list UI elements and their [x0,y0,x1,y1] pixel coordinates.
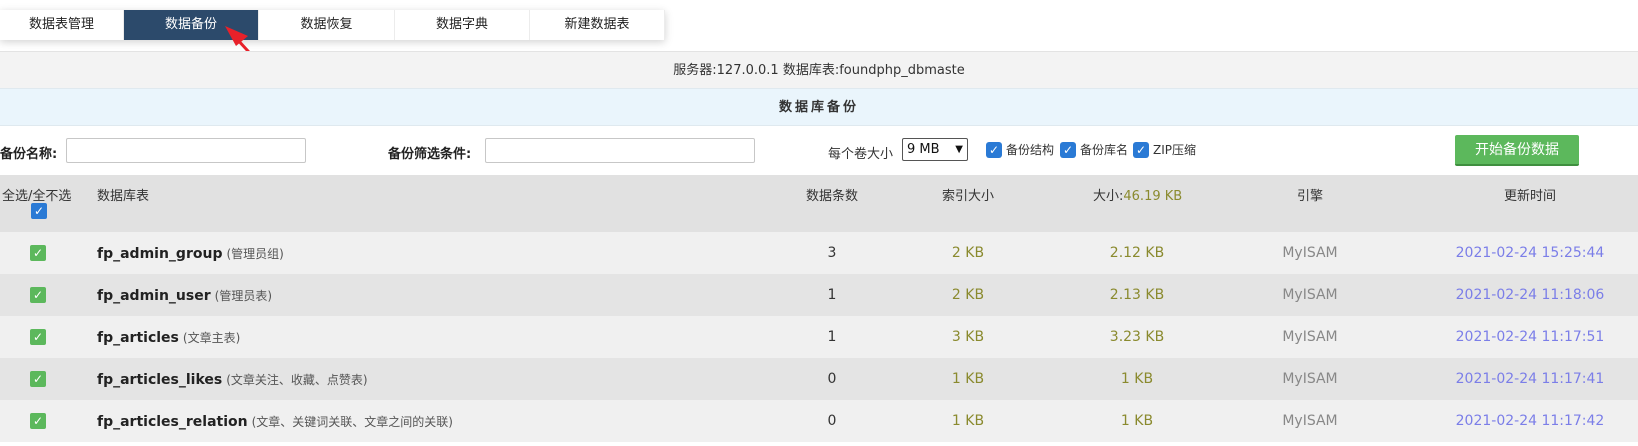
table-name-text: fp_articles_relation [97,414,248,430]
table-header: 全选/全不选 ✓ 数据库表 数据条数 索引大小 大小:46.19 KB 引擎 更… [0,175,1638,232]
check-icon[interactable]: ✓ [30,371,46,387]
table-name: fp_articles_likes (文章关注、收藏、点赞表) [97,371,368,388]
tab-data-backup[interactable]: 数据备份 [124,10,259,40]
index-size: 2 KB [951,287,985,303]
table-desc: (文章主表) [182,331,241,345]
backup-controls: 备份名称: 备份筛选条件: 每个卷大小 9 MB ▼ ✓ 备份结构 ✓ 备份库名… [0,127,1638,175]
updated-time: 2021-02-24 11:17:41 [1455,371,1605,387]
tab-bar: 数据表管理 数据备份 数据恢复 数据字典 新建数据表 [0,10,665,40]
index-size: 1 KB [951,413,985,429]
tab-table-management[interactable]: 数据表管理 [0,10,124,40]
table-name-text: fp_articles_likes [97,372,223,388]
check-icon[interactable]: ✓ [30,413,46,429]
row-count: 1 [827,329,837,345]
table-row[interactable]: ✓ fp_articles_relation (文章、关键词关联、文章之间的关联)… [0,400,1638,442]
backup-name-input[interactable] [66,138,306,163]
check-icon[interactable]: ✓ [986,141,1002,158]
table-row[interactable]: ✓ fp_articles_likes (文章关注、收藏、点赞表) 0 1 KB … [0,358,1638,400]
table-name-text: fp_admin_user [97,288,211,304]
header-size-total: 46.19 KB [1123,189,1183,204]
updated-time: 2021-02-24 11:18:06 [1455,287,1605,303]
row-count: 3 [827,245,837,261]
table-desc: (文章关注、收藏、点赞表) [226,373,368,387]
select-all-checkbox[interactable]: ✓ [31,203,47,219]
start-backup-button[interactable]: 开始备份数据 [1455,135,1579,166]
zip-label: ZIP压缩 [1153,143,1196,157]
row-count: 1 [827,287,837,303]
chevron-down-icon: ▼ [955,144,963,155]
table-size: 3.23 KB [1109,329,1165,345]
table-size: 1 KB [1120,413,1154,429]
engine: MyISAM [1282,329,1338,345]
table-name: fp_articles_relation (文章、关键词关联、文章之间的关联) [97,413,453,430]
backup-structure-option[interactable]: ✓ 备份结构 [986,141,1054,158]
table-name: fp_admin_user (管理员表) [97,287,272,304]
header-size-prefix: 大小: [1093,189,1124,204]
select-all-label: 全选/全不选 [2,189,72,204]
table-name-text: fp_admin_group [97,246,223,262]
header-rows: 数据条数 [805,189,858,204]
volume-size-select[interactable]: 9 MB ▼ [902,138,968,161]
table-size: 2.12 KB [1109,245,1165,261]
table-desc: (管理员表) [214,289,273,303]
header-engine: 引擎 [1296,189,1323,204]
volume-size-value: 9 MB [907,142,940,157]
table-row[interactable]: ✓ fp_articles (文章主表) 1 3 KB 3.23 KB MyISA… [0,316,1638,358]
table-size: 1 KB [1120,371,1154,387]
table-desc: (管理员组) [226,247,284,261]
engine: MyISAM [1282,371,1338,387]
header-index-size: 索引大小 [941,189,994,204]
volume-size-label: 每个卷大小 [828,147,894,162]
backup-structure-label: 备份结构 [1006,143,1055,157]
updated-time: 2021-02-24 11:17:51 [1455,329,1605,345]
filter-label: 备份筛选条件: [388,147,472,162]
check-icon[interactable]: ✓ [1060,141,1076,158]
check-icon[interactable]: ✓ [1133,141,1149,158]
row-count: 0 [827,371,837,387]
engine: MyISAM [1282,245,1338,261]
table-desc: (文章、关键词关联、文章之间的关联) [251,415,453,429]
row-count: 0 [827,413,837,429]
engine: MyISAM [1282,287,1338,303]
table-size: 2.13 KB [1109,287,1165,303]
table-name: fp_articles (文章主表) [97,329,240,346]
backup-dbname-label: 备份库名 [1080,143,1129,157]
header-size: 大小:46.19 KB [1093,185,1182,204]
tab-data-restore[interactable]: 数据恢复 [259,10,395,40]
check-icon[interactable]: ✓ [30,329,46,345]
backup-dbname-option[interactable]: ✓ 备份库名 [1060,141,1128,158]
table-row[interactable]: ✓ fp_admin_user (管理员表) 1 2 KB 2.13 KB MyI… [0,274,1638,316]
updated-time: 2021-02-24 11:17:42 [1455,413,1605,429]
tab-new-table[interactable]: 新建数据表 [530,10,665,40]
index-size: 2 KB [951,245,985,261]
table-row[interactable]: ✓ fp_admin_group (管理员组) 3 2 KB 2.12 KB My… [0,232,1638,274]
updated-time: 2021-02-24 15:25:44 [1455,245,1605,261]
server-info: 服务器:127.0.0.1 数据库表:foundphp_dbmaste [0,51,1638,88]
table-name-text: fp_articles [97,330,179,346]
index-size: 3 KB [951,329,985,345]
check-icon[interactable]: ✓ [30,245,46,261]
index-size: 1 KB [951,371,985,387]
table-name: fp_admin_group (管理员组) [97,245,284,262]
filter-input[interactable] [485,138,755,163]
tab-data-dictionary[interactable]: 数据字典 [395,10,530,40]
zip-option[interactable]: ✓ ZIP压缩 [1133,141,1196,158]
header-table-name: 数据库表 [97,189,150,204]
backup-name-label: 备份名称: [0,147,58,162]
check-icon[interactable]: ✓ [30,287,46,303]
section-title: 数据库备份 [0,88,1638,126]
engine: MyISAM [1282,413,1338,429]
header-updated: 更新时间 [1503,189,1556,204]
